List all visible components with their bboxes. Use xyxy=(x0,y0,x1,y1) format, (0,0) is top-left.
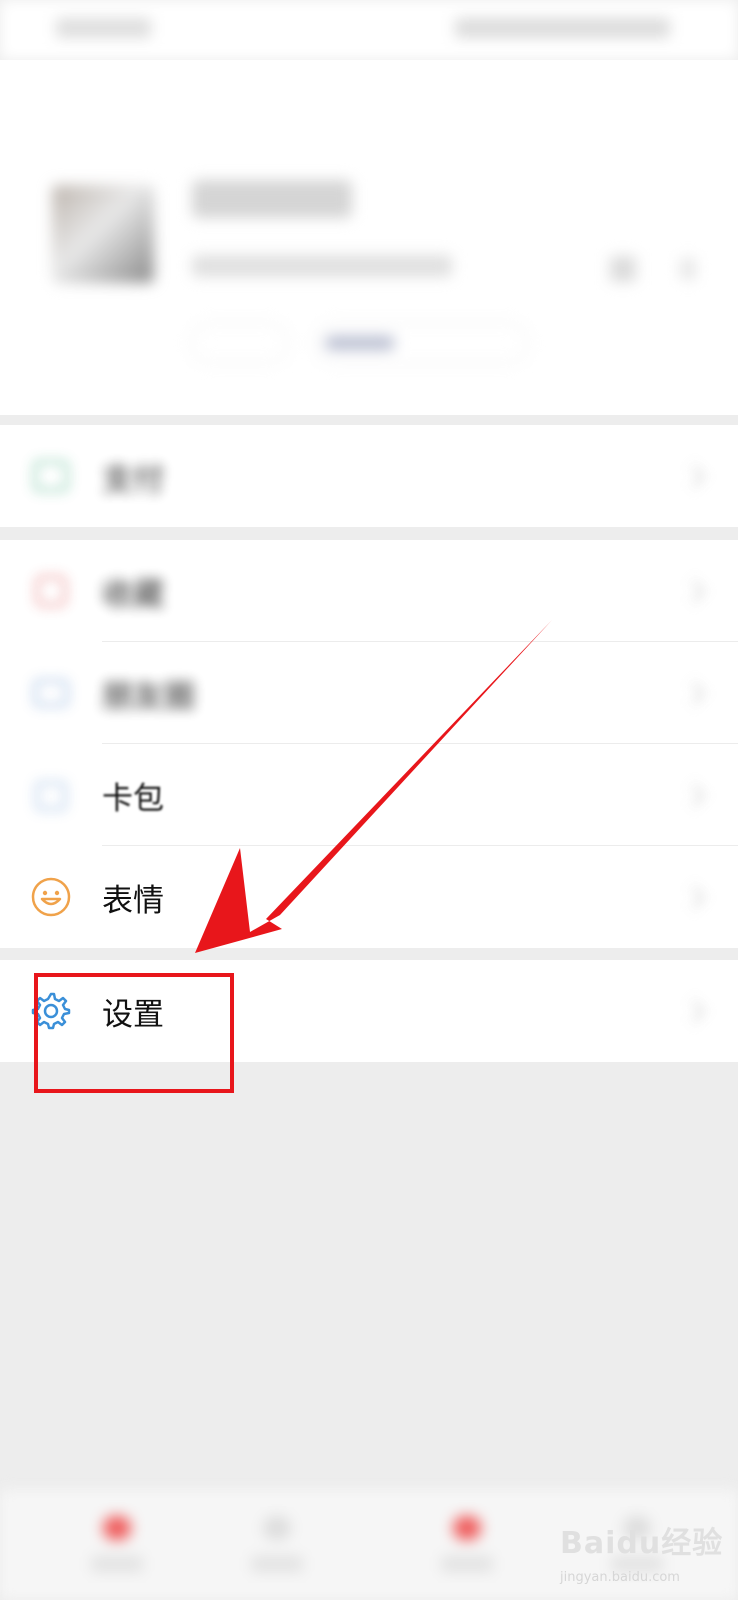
watermark-logo: Baidu经验 xyxy=(560,1526,724,1561)
watermark-url: jingyan.baidu.com xyxy=(560,1570,680,1585)
highlight-box xyxy=(34,973,234,1093)
annotation-arrow xyxy=(195,620,552,953)
